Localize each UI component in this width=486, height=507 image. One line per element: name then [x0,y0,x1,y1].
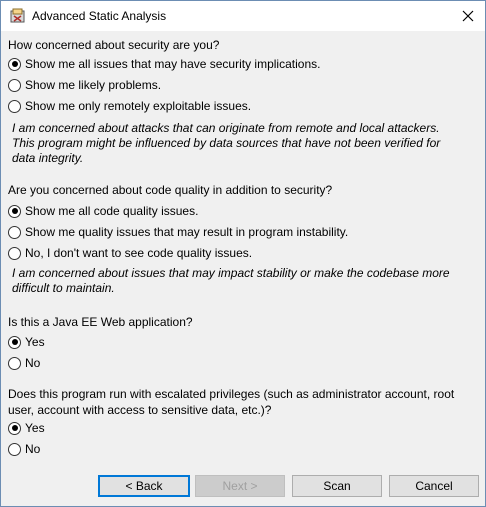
radio-label: Show me only remotely exploitable issues… [25,99,252,113]
radio-label: Show me all issues that may have securit… [25,57,321,71]
dialog-window: Advanced Static Analysis How concerned a… [0,0,486,507]
radio-button[interactable] [8,57,21,71]
radio-label: No, I don't want to see code quality iss… [25,246,253,260]
radio-label: Yes [25,421,45,435]
app-icon [10,8,26,24]
radio-button[interactable] [8,335,21,349]
javaee-option-no[interactable]: No [8,356,40,370]
radio-button[interactable] [8,421,21,435]
javaee-question: Is this a Java EE Web application? [8,315,193,329]
privileges-option-yes[interactable]: Yes [8,421,45,435]
privileges-option-no[interactable]: No [8,442,40,456]
window-title: Advanced Static Analysis [32,9,167,23]
radio-button[interactable] [8,99,21,113]
security-note: I am concerned about attacks that can or… [12,121,441,165]
scan-button[interactable]: Scan [292,475,382,497]
javaee-option-yes[interactable]: Yes [8,335,45,349]
radio-label: No [25,356,41,370]
security-option-all[interactable]: Show me all issues that may have securit… [8,57,320,71]
close-icon [462,10,474,22]
radio-label: Yes [25,335,45,349]
cancel-button[interactable]: Cancel [389,475,479,497]
next-button[interactable]: Next > [195,475,285,497]
quality-option-all[interactable]: Show me all code quality issues. [8,204,198,218]
security-option-likely[interactable]: Show me likely problems. [8,78,161,92]
radio-button[interactable] [8,246,21,260]
quality-option-instability[interactable]: Show me quality issues that may result i… [8,225,348,239]
quality-question: Are you concerned about code quality in … [8,183,333,197]
privileges-question: Does this program run with escalated pri… [8,387,455,417]
security-question: How concerned about security are you? [8,38,220,52]
security-option-remote[interactable]: Show me only remotely exploitable issues… [8,99,251,113]
radio-button[interactable] [8,78,21,92]
quality-note: I am concerned about issues that may imp… [12,266,450,295]
title-bar[interactable]: Advanced Static Analysis [1,1,485,31]
button-bar: < Back Next > Scan Cancel [1,475,485,499]
back-button[interactable]: < Back [98,475,190,497]
quality-option-none[interactable]: No, I don't want to see code quality iss… [8,246,252,260]
close-button[interactable] [451,1,485,31]
radio-label: Show me quality issues that may result i… [25,225,349,239]
radio-button[interactable] [8,225,21,239]
radio-button[interactable] [8,442,21,456]
radio-label: Show me all code quality issues. [25,204,199,218]
radio-button[interactable] [8,356,21,370]
radio-button[interactable] [8,204,21,218]
radio-label: Show me likely problems. [25,78,162,92]
radio-label: No [25,442,41,456]
